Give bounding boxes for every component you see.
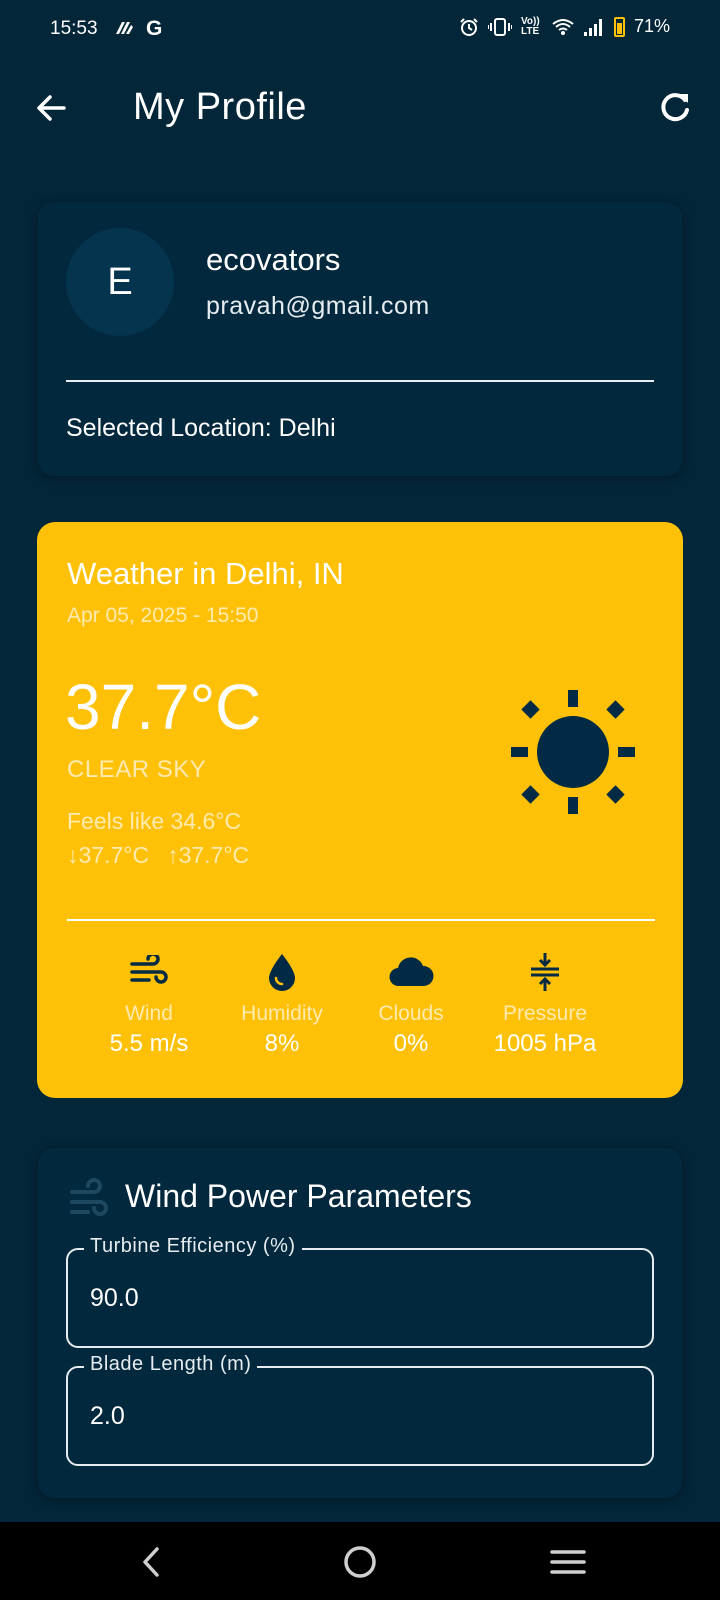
status-notification-icons: G	[112, 17, 162, 41]
status-bar: 15:53 G Vo)) LTE 71%	[0, 0, 720, 60]
wind-turbine-icon	[70, 1178, 108, 1216]
metric-humidity: Humidity 8%	[212, 952, 352, 1058]
turbine-efficiency-input[interactable]	[90, 1284, 630, 1313]
vibrate-icon	[487, 17, 512, 36]
alarm-icon	[460, 17, 478, 36]
status-time: 15:53	[50, 18, 98, 39]
metric-value: 8%	[264, 1030, 300, 1057]
refresh-icon[interactable]	[655, 88, 695, 128]
page-title: My Profile	[133, 86, 307, 128]
metric-label: Clouds	[378, 1002, 444, 1025]
nav-back-icon[interactable]	[130, 1540, 174, 1584]
volte-icon: Vo)) LTE	[520, 15, 540, 37]
metric-value: 0%	[393, 1030, 429, 1057]
divider	[67, 919, 655, 921]
app-bar: My Profile	[0, 70, 720, 150]
metric-pressure: Pressure 1005 hPa	[475, 952, 615, 1058]
profile-card: E ecovators pravah@gmail.com Selected Lo…	[38, 202, 682, 476]
nav-menu-icon[interactable]	[546, 1540, 590, 1584]
water-drop-icon	[269, 954, 295, 991]
blade-length-input[interactable]	[90, 1402, 630, 1431]
signal-icon	[583, 18, 602, 36]
feels-like: Feels like 34.6°C	[67, 808, 242, 834]
battery-icon	[613, 16, 625, 37]
metric-wind: Wind 5.5 m/s	[79, 952, 219, 1058]
nav-home-icon[interactable]	[338, 1540, 382, 1584]
turbine-efficiency-field[interactable]: Turbine Efficiency (%)	[66, 1235, 654, 1348]
metric-value: 5.5 m/s	[109, 1030, 189, 1057]
blade-length-field[interactable]: Blade Length (m)	[66, 1353, 654, 1466]
metric-label: Wind	[125, 1002, 173, 1025]
field-label: Blade Length (m)	[84, 1353, 258, 1376]
wind-power-title: Wind Power Parameters	[125, 1178, 472, 1214]
status-system-icons: Vo)) LTE 71%	[459, 16, 670, 37]
weather-temperature: 37.7°C	[65, 671, 262, 743]
field-label: Turbine Efficiency (%)	[84, 1235, 302, 1258]
cloud-icon	[116, 22, 133, 34]
profile-name: ecovators	[206, 242, 341, 277]
weather-card: Weather in Delhi, IN Apr 05, 2025 - 15:5…	[37, 522, 683, 1098]
wind-power-card: Wind Power Parameters Turbine Efficiency…	[38, 1148, 682, 1498]
wifi-icon	[552, 18, 574, 35]
metric-label: Humidity	[241, 1002, 323, 1025]
battery-percent: 71%	[633, 16, 670, 36]
profile-screen: 15:53 G Vo)) LTE 71% My Profile E ecovat…	[0, 0, 720, 1600]
system-nav-bar	[0, 1522, 720, 1600]
metric-value: 1005 hPa	[493, 1030, 597, 1057]
weather-datetime: Apr 05, 2025 - 15:50	[67, 604, 259, 627]
wind-icon	[130, 955, 168, 984]
cloud-icon	[389, 957, 434, 987]
arrow-back-icon[interactable]	[32, 88, 72, 128]
weather-condition: CLEAR SKY	[67, 756, 207, 783]
min-max-temperature: ↓37.7°C ↑37.7°C	[67, 842, 249, 869]
metric-label: Pressure	[502, 1002, 588, 1025]
max-temperature: ↑37.7°C	[167, 842, 250, 868]
min-temperature: ↓37.7°C	[67, 842, 150, 868]
google-icon: G	[146, 17, 163, 40]
metric-clouds: Clouds 0%	[341, 952, 481, 1058]
avatar: E	[66, 228, 174, 336]
selected-location: Selected Location: Delhi	[66, 414, 336, 442]
weather-title: Weather in Delhi, IN	[67, 556, 344, 591]
divider	[66, 380, 654, 382]
pressure-icon	[531, 953, 559, 991]
profile-email: pravah@gmail.com	[206, 292, 430, 320]
sun-icon	[511, 690, 635, 814]
